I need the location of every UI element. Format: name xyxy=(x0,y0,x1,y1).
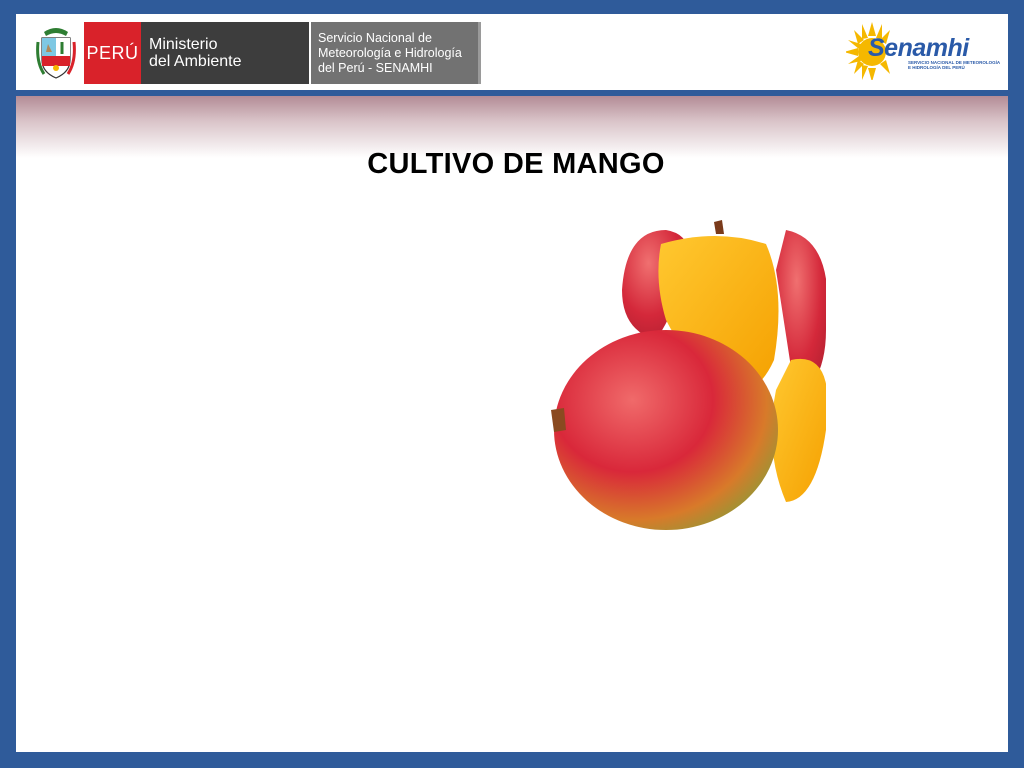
senamhi-logo-subtitle: SERVICIO NACIONAL DE METEOROLOGÍA E HIDR… xyxy=(908,60,1000,70)
mango-fruit-image xyxy=(536,210,826,536)
service-line-3: del Perú - SENAMHI xyxy=(318,60,433,75)
service-line-2: Meteorología e Hidrología xyxy=(318,45,462,60)
slide-title: CULTIVO DE MANGO xyxy=(367,148,665,180)
ministry-label: Ministerio del Ambiente xyxy=(141,22,309,84)
service-line-1: Servicio Nacional de xyxy=(318,30,432,45)
peru-text: PERÚ xyxy=(86,42,139,63)
coat-of-arms-icon xyxy=(36,28,76,79)
header-banner: PERÚ Ministerio del Ambiente Servicio Na… xyxy=(16,14,1008,90)
service-label: Servicio Nacional de Meteorología e Hidr… xyxy=(311,22,481,84)
ministry-line-1: Ministerio xyxy=(149,36,218,53)
peru-label: PERÚ xyxy=(84,22,141,84)
ministry-line-2: del Ambiente xyxy=(149,53,242,70)
slide: PERÚ Ministerio del Ambiente Servicio Na… xyxy=(16,14,1008,752)
senamhi-logo-text: Senamhi xyxy=(868,34,969,62)
